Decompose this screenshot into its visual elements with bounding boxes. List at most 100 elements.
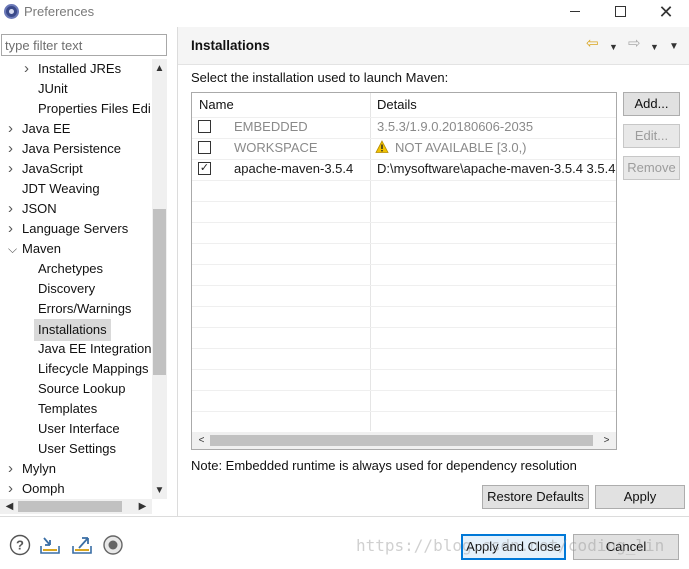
tree-item-oomph[interactable]: › Oomph — [0, 479, 152, 499]
expand-chevron-icon[interactable]: ⌵ — [8, 239, 20, 259]
tree-item-label: Lifecycle Mappings — [38, 361, 149, 376]
tree-item-language-servers[interactable]: › Language Servers — [0, 219, 152, 239]
preferences-sidebar: ›Installed JREsJUnitProperties Files Edi… — [0, 27, 176, 516]
tree-item-java-persistence[interactable]: › Java Persistence — [0, 139, 152, 159]
table-row[interactable]: WORKSPACE NOT AVAILABLE [3.0,) — [192, 138, 616, 159]
tree-item-label: Source Lookup — [38, 381, 126, 396]
collapse-chevron-icon[interactable]: › — [24, 59, 36, 79]
close-button[interactable]: ✕ — [643, 0, 689, 24]
svg-text:?: ? — [16, 538, 24, 553]
row-divider — [192, 390, 616, 391]
forward-dropdown-icon[interactable]: ▼ — [650, 39, 659, 55]
tree-item-errors-warnings[interactable]: Errors/Warnings — [0, 299, 152, 319]
tree-item-label: Oomph — [22, 481, 65, 496]
collapse-chevron-icon[interactable]: › — [8, 459, 20, 479]
collapse-chevron-icon[interactable]: › — [8, 199, 20, 219]
scroll-thumb[interactable] — [210, 435, 593, 446]
collapse-chevron-icon[interactable]: › — [8, 479, 20, 499]
back-arrow-icon[interactable]: ⇦ — [586, 36, 599, 52]
tree-item-label: Java Persistence — [22, 141, 121, 156]
scroll-thumb[interactable] — [18, 501, 122, 512]
preference-page: Installations ⇦ ▼ ⇨ ▼ ▼ Select the insta… — [178, 27, 689, 516]
record-icon[interactable] — [102, 534, 124, 556]
scroll-right-arrow-icon[interactable]: ▶ — [135, 499, 150, 514]
row-divider — [192, 180, 616, 181]
apply-and-close-button[interactable]: Apply and Close — [461, 534, 566, 560]
tree-item-java-ee[interactable]: › Java EE — [0, 119, 152, 139]
scroll-left-arrow-icon[interactable]: ◀ — [2, 499, 17, 514]
help-icon[interactable]: ? — [9, 534, 31, 556]
tree-item-javascript[interactable]: › JavaScript — [0, 159, 152, 179]
installation-name: WORKSPACE — [234, 140, 318, 155]
tree-horizontal-scrollbar[interactable]: ◀ ▶ — [0, 499, 152, 514]
maximize-button[interactable] — [598, 0, 644, 24]
filter-input[interactable] — [1, 34, 167, 56]
row-divider — [192, 201, 616, 202]
tree-vertical-scrollbar[interactable]: ▲ ▼ — [152, 59, 167, 499]
table-horizontal-scrollbar[interactable]: < > — [192, 432, 616, 449]
scroll-right-arrow-icon[interactable]: > — [599, 433, 614, 448]
tree-item-jdt-weaving[interactable]: JDT Weaving — [0, 179, 152, 199]
note-text: Note: Embedded runtime is always used fo… — [191, 458, 577, 473]
tree-item-label: Java EE — [22, 121, 71, 136]
table-row[interactable]: ✓ apache-maven-3.5.4 D:\mysoftware\apache-… — [192, 159, 616, 180]
add-button[interactable]: Add... — [623, 92, 680, 116]
tree-item-lifecycle-mappings[interactable]: Lifecycle Mappings — [0, 359, 152, 379]
tree-item-label: Archetypes — [38, 261, 104, 276]
view-menu-icon[interactable]: ▼ — [669, 39, 679, 55]
scroll-down-arrow-icon[interactable]: ▼ — [152, 483, 167, 498]
installation-details: 3.5.3/1.9.0.20180606-2035 — [377, 119, 534, 134]
edit-button[interactable]: Edit... — [623, 124, 680, 148]
installation-name: apache-maven-3.5.4 — [234, 161, 354, 176]
dialog-footer: ? Apply and Close Cancel — [0, 517, 689, 569]
back-dropdown-icon[interactable]: ▼ — [609, 39, 618, 55]
collapse-chevron-icon[interactable]: › — [8, 119, 20, 139]
tree-item-label: Installed JREs — [38, 61, 122, 76]
row-divider — [192, 348, 616, 349]
tree-item-templates[interactable]: Templates — [0, 399, 152, 419]
tree-item-label: Discovery — [38, 281, 96, 296]
tree-item-junit[interactable]: JUnit — [0, 79, 152, 99]
tree-item-installations[interactable]: Installations — [0, 319, 152, 341]
scroll-thumb[interactable] — [153, 209, 166, 375]
row-checkbox[interactable] — [198, 141, 211, 154]
page-title: Installations — [191, 38, 270, 53]
collapse-chevron-icon[interactable]: › — [8, 219, 20, 239]
tree-item-installed-jres[interactable]: › Installed JREs — [0, 59, 152, 79]
collapse-chevron-icon[interactable]: › — [8, 159, 20, 179]
apply-button[interactable]: Apply — [595, 485, 685, 509]
column-header-details[interactable]: Details — [377, 93, 417, 117]
tree-item-discovery[interactable]: Discovery — [0, 279, 152, 299]
tree-item-properties-files-edi[interactable]: Properties Files Edi — [0, 99, 152, 119]
tree-item-user-settings[interactable]: User Settings — [0, 439, 152, 459]
restore-defaults-button[interactable]: Restore Defaults — [482, 485, 589, 509]
cancel-button[interactable]: Cancel — [573, 534, 679, 560]
tree-item-user-interface[interactable]: User Interface — [0, 419, 152, 439]
tree-item-java-ee-integration[interactable]: Java EE Integration — [0, 339, 152, 359]
row-divider — [192, 411, 616, 412]
tree-item-label: Language Servers — [22, 221, 129, 236]
forward-arrow-icon[interactable]: ⇨ — [628, 36, 641, 52]
tree-item-maven[interactable]: ⌵ Maven — [0, 239, 152, 259]
maximize-icon — [615, 6, 626, 17]
row-checkbox[interactable]: ✓ — [198, 162, 211, 175]
import-icon[interactable] — [39, 534, 61, 556]
tree-item-json[interactable]: › JSON — [0, 199, 152, 219]
table-row[interactable]: EMBEDDED 3.5.3/1.9.0.20180606-2035 — [192, 117, 616, 138]
column-header-name[interactable]: Name — [199, 93, 234, 117]
tree-item-archetypes[interactable]: Archetypes — [0, 259, 152, 279]
export-icon[interactable] — [71, 534, 93, 556]
tree-item-source-lookup[interactable]: Source Lookup — [0, 379, 152, 399]
tree-item-label: Java EE Integration — [38, 341, 152, 356]
collapse-chevron-icon[interactable]: › — [8, 139, 20, 159]
scroll-up-arrow-icon[interactable]: ▲ — [152, 61, 167, 76]
row-divider — [192, 243, 616, 244]
row-divider — [192, 222, 616, 223]
scroll-left-arrow-icon[interactable]: < — [194, 433, 209, 448]
row-divider — [192, 159, 616, 160]
minimize-button[interactable] — [552, 0, 598, 24]
remove-button[interactable]: Remove — [623, 156, 680, 180]
tree-item-mylyn[interactable]: › Mylyn — [0, 459, 152, 479]
row-checkbox[interactable] — [198, 120, 211, 133]
tree-item-label: Templates — [38, 401, 98, 416]
